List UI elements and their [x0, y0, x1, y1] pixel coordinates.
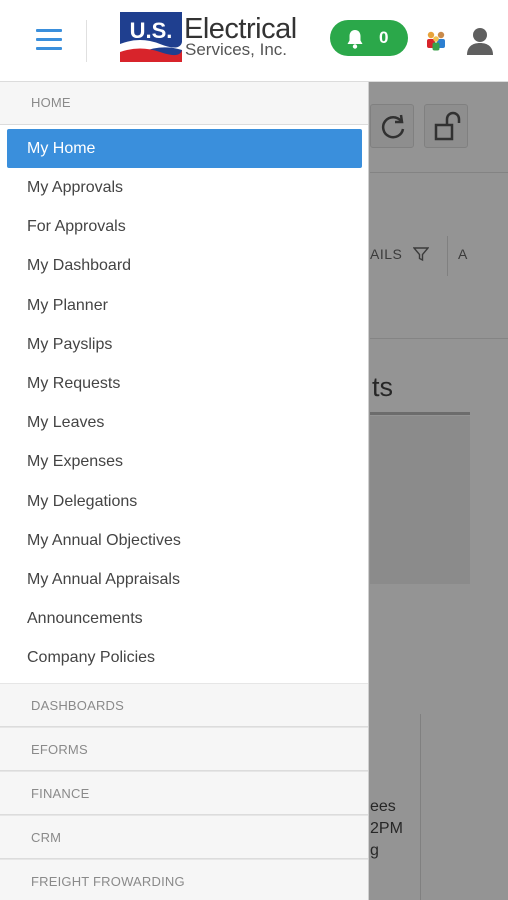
- menu-item-my-annual-appraisals[interactable]: My Annual Appraisals: [0, 560, 368, 599]
- company-logo: U.S. Electrical Services, Inc.: [118, 10, 308, 66]
- menu-item-my-dashboard[interactable]: My Dashboard: [0, 246, 368, 285]
- menu-item-my-payslips[interactable]: My Payslips: [0, 325, 368, 364]
- menu-item-my-requests[interactable]: My Requests: [0, 364, 368, 403]
- section-finance-header[interactable]: FINANCE: [0, 771, 368, 816]
- menu-item-my-leaves[interactable]: My Leaves: [0, 403, 368, 442]
- navigation-drawer: HOME My Home My Approvals For Approvals …: [0, 82, 369, 900]
- header-divider: [86, 20, 87, 62]
- menu-item-announcements[interactable]: Announcements: [0, 599, 368, 638]
- menu-item-my-planner[interactable]: My Planner: [0, 286, 368, 325]
- section-eforms-header[interactable]: EFORMS: [0, 727, 368, 772]
- team-icon[interactable]: [424, 30, 448, 52]
- top-header: U.S. Electrical Services, Inc. 0: [0, 0, 508, 82]
- section-home-header[interactable]: HOME: [0, 82, 368, 125]
- menu-item-my-home[interactable]: My Home: [7, 129, 362, 168]
- user-profile-icon[interactable]: [466, 26, 494, 56]
- home-menu-list: My Home My Approvals For Approvals My Da…: [0, 125, 368, 683]
- notification-count: 0: [379, 28, 389, 47]
- bell-icon: [347, 30, 363, 49]
- hamburger-menu-icon[interactable]: [36, 29, 62, 51]
- section-freight-forwarding-header[interactable]: FREIGHT FROWARDING: [0, 859, 368, 900]
- menu-item-my-approvals[interactable]: My Approvals: [0, 168, 368, 207]
- menu-item-my-annual-objectives[interactable]: My Annual Objectives: [0, 521, 368, 560]
- notifications-button[interactable]: 0: [330, 20, 408, 56]
- menu-item-my-delegations[interactable]: My Delegations: [0, 482, 368, 521]
- menu-item-for-approvals[interactable]: For Approvals: [0, 207, 368, 246]
- menu-item-my-expenses[interactable]: My Expenses: [0, 442, 368, 481]
- menu-item-company-policies[interactable]: Company Policies: [0, 638, 368, 677]
- section-crm-header[interactable]: CRM: [0, 815, 368, 860]
- us-flag-logo-icon: U.S.: [120, 12, 182, 62]
- section-dashboards-header[interactable]: DASHBOARDS: [0, 683, 368, 728]
- logo-subtitle: Services, Inc.: [185, 40, 288, 59]
- logo-mark-text: U.S.: [130, 18, 173, 43]
